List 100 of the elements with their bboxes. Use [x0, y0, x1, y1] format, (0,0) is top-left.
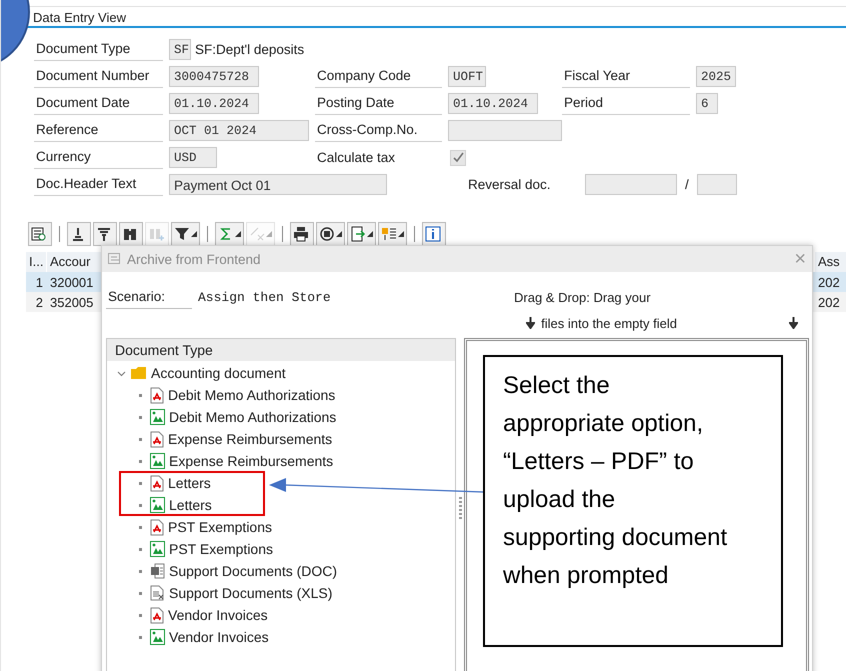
section-title: Data Entry View — [33, 10, 126, 24]
column-header[interactable]: Ass — [815, 252, 846, 272]
tree-heading: Document Type — [107, 339, 455, 361]
input-field[interactable]: 6 — [696, 93, 718, 114]
toolbar-button[interactable] — [119, 222, 143, 246]
image-file-icon — [150, 497, 165, 513]
field-label: Document Date — [34, 92, 163, 115]
field-label: Company Code — [315, 65, 442, 88]
filter-icon — [174, 226, 190, 242]
field-label: Currency — [34, 146, 163, 169]
binoculars-plus-icon — [148, 226, 164, 242]
input-field[interactable] — [448, 120, 562, 141]
tree-item[interactable]: Support Documents (DOC) — [169, 563, 338, 579]
image-file-icon — [150, 453, 165, 469]
sort-descending-icon — [96, 226, 112, 242]
toolbar-button[interactable] — [316, 222, 345, 246]
column-header[interactable]: I... — [26, 252, 46, 272]
dropdown-caret-icon — [235, 231, 241, 237]
tree-item[interactable]: Expense Reimbursements — [168, 431, 332, 447]
image-file-icon — [150, 409, 165, 425]
tree-item[interactable]: Debit Memo Authorizations — [168, 387, 336, 403]
tree-bullet — [139, 482, 142, 484]
chevron-down-icon[interactable] — [117, 368, 126, 378]
subtotal-icon — [249, 226, 265, 242]
dropdown-caret-icon — [266, 231, 272, 237]
input-field[interactable]: OCT 01 2024 — [169, 120, 309, 141]
tree-item[interactable]: PST Exemptions — [168, 519, 272, 535]
callout-tooltip: Select the appropriate option, “Letters – PDF” to upload the supporting document when prompted — [483, 355, 783, 647]
table-cell-text: 352005 — [49, 294, 94, 312]
input-field[interactable]: 2025 — [696, 66, 736, 87]
table-cell-text: 202 — [817, 274, 841, 292]
printer-icon — [293, 226, 309, 242]
toolbar-button[interactable] — [347, 222, 376, 246]
tree-bullet — [139, 394, 142, 396]
input-field[interactable]: UOFT — [448, 66, 486, 87]
tree-item[interactable]: Letters — [169, 497, 212, 513]
tree-item[interactable]: Vendor Invoices — [168, 607, 268, 623]
toolbar-button[interactable] — [28, 222, 52, 246]
tree-item[interactable]: Vendor Invoices — [169, 629, 269, 645]
field-label: Doc.Header Text — [34, 173, 163, 196]
tree-bullet — [139, 614, 142, 616]
drag-hint: Drag & Drop: Drag your — [513, 290, 652, 304]
pdf-file-icon — [150, 606, 164, 624]
word-file-icon — [150, 563, 165, 579]
tree-bullet — [139, 548, 142, 550]
sort-ascending-icon — [70, 226, 86, 242]
tax-checkbox[interactable] — [450, 150, 466, 166]
toolbar-button[interactable] — [378, 222, 407, 246]
tree-bullet — [139, 438, 142, 440]
tree-bullet — [139, 416, 142, 418]
pdf-file-icon — [150, 518, 164, 536]
reversal-year-field[interactable] — [696, 174, 737, 195]
splitter-grip-icon[interactable] — [458, 497, 462, 519]
input-field[interactable]: 3000475728 — [169, 66, 259, 87]
tree-bullet — [139, 504, 142, 506]
tree-item[interactable]: Support Documents (XLS) — [169, 585, 332, 601]
tree-bullet — [139, 460, 142, 462]
arrow-down-icon — [789, 317, 798, 329]
row-number: 2 — [34, 294, 44, 312]
field-label: Reversal doc. — [467, 177, 552, 192]
field-label: Document Number — [34, 65, 163, 88]
pdf-file-icon — [150, 386, 164, 404]
document-type-description: SF:Dept'l deposits — [195, 42, 304, 57]
tree-bullet — [139, 570, 142, 572]
reversal-document-field[interactable] — [585, 174, 677, 195]
dropdown-caret-icon — [398, 231, 404, 237]
drag-hint: files into the empty field — [541, 316, 677, 330]
tree-item[interactable]: Debit Memo Authorizations — [169, 409, 336, 425]
binoculars-icon — [122, 226, 138, 242]
folder-icon — [130, 366, 147, 380]
scenario-label: Scenario: — [106, 286, 192, 308]
dropdown-caret-icon — [367, 231, 373, 237]
table-cell-text: 320001 — [49, 274, 94, 292]
input-field[interactable]: 01.10.2024 — [169, 93, 259, 114]
layout-icon — [381, 226, 397, 242]
header-text-field[interactable]: Payment Oct 01 — [169, 174, 387, 195]
toolbar-button[interactable] — [67, 222, 91, 246]
export-icon — [350, 226, 366, 242]
input-field[interactable]: 01.10.2024 — [448, 93, 538, 114]
toolbar-button[interactable] — [422, 222, 446, 246]
field-label: Cross-Comp.No. — [315, 119, 442, 142]
tree-item[interactable]: PST Exemptions — [169, 541, 274, 557]
toolbar-button[interactable] — [93, 222, 117, 246]
tree-item[interactable]: Expense Reimbursements — [169, 453, 334, 469]
document-type-field[interactable]: SF — [169, 39, 191, 60]
currency-field[interactable]: USD — [169, 147, 217, 168]
scenario-value: Assign then Store — [198, 290, 332, 304]
arrow-down-icon — [526, 317, 536, 329]
row-number: 1 — [34, 274, 44, 292]
dialog-title: Archive from Frontend — [127, 252, 262, 266]
image-file-icon — [150, 541, 165, 557]
tree-item[interactable]: Accounting document — [151, 365, 286, 381]
toolbar-button[interactable] — [290, 222, 314, 246]
table-cell-text: 202 — [817, 294, 841, 312]
pdf-file-icon — [150, 474, 164, 492]
toolbar-button[interactable] — [171, 222, 200, 246]
toolbar-button[interactable] — [215, 222, 244, 246]
field-label: Fiscal Year — [562, 65, 690, 88]
tree-bullet — [139, 636, 142, 638]
tree-item[interactable]: Letters — [168, 475, 211, 491]
